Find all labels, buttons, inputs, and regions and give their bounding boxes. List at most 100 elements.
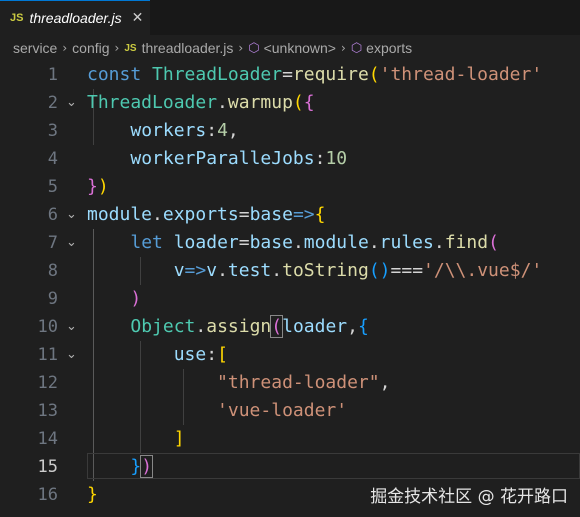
line-number: 16 bbox=[37, 485, 58, 505]
code-line-5[interactable]: 5 }) bbox=[0, 173, 580, 201]
code-token: ) bbox=[97, 176, 109, 197]
code-token: ( bbox=[292, 92, 304, 113]
code-token: => bbox=[184, 260, 207, 281]
code-token: loader bbox=[282, 316, 348, 337]
js-file-icon: JS bbox=[124, 42, 137, 54]
code-token: ) bbox=[140, 455, 154, 478]
code-line-9[interactable]: 9 ) bbox=[0, 285, 580, 313]
code-token: require bbox=[292, 64, 369, 85]
code-token: { bbox=[314, 204, 326, 225]
code-line-1[interactable]: 1 const ThreadLoader=require('thread-loa… bbox=[0, 61, 580, 89]
chevron-right-icon: › bbox=[238, 41, 244, 55]
code-line-14[interactable]: 14 ] bbox=[0, 425, 580, 453]
code-token: = bbox=[282, 64, 293, 85]
code-token: } bbox=[130, 456, 142, 477]
current-line-highlight bbox=[87, 453, 580, 479]
code-token: let bbox=[130, 232, 163, 253]
code-token: ) bbox=[130, 288, 142, 309]
code-line-15[interactable]: 15 }) bbox=[0, 453, 580, 481]
chevron-down-icon[interactable]: ⌄ bbox=[66, 201, 77, 229]
code-token: , bbox=[347, 316, 358, 337]
code-line-6[interactable]: 6 ⌄ module.exports=base=>{ bbox=[0, 201, 580, 229]
line-number: 6 bbox=[47, 205, 58, 225]
breadcrumb-file[interactable]: threadloader.js bbox=[142, 40, 234, 56]
code-line-3[interactable]: 3 workers:4, bbox=[0, 117, 580, 145]
code-token: } bbox=[87, 176, 98, 197]
code-token: toString bbox=[282, 260, 369, 281]
chevron-right-icon: › bbox=[341, 41, 346, 55]
code-line-8[interactable]: 8 v=>v.test.toString()==='/\\.vue$/' bbox=[0, 257, 580, 285]
code-token: . bbox=[195, 316, 207, 337]
code-token: '/\\.vue$/' bbox=[423, 260, 543, 281]
code-token: rules bbox=[379, 232, 434, 253]
cube-icon: ⬡ bbox=[248, 40, 260, 56]
code-token: => bbox=[292, 204, 315, 225]
code-token: 4 bbox=[217, 120, 228, 141]
code-token: warmup bbox=[227, 92, 293, 113]
code-token: module bbox=[87, 204, 153, 225]
code-token: . bbox=[217, 92, 228, 113]
code-token: test bbox=[227, 260, 272, 281]
code-token: const bbox=[87, 64, 142, 85]
code-line-4[interactable]: 4 workerParalleJobs:10 bbox=[0, 145, 580, 173]
code-token: ) bbox=[379, 260, 391, 281]
code-token: base bbox=[249, 232, 293, 253]
code-token: 'thread-loader' bbox=[379, 64, 543, 85]
code-token: . bbox=[152, 204, 163, 225]
code-token: ( bbox=[368, 260, 380, 281]
js-file-icon: JS bbox=[10, 12, 24, 24]
code-token: Object bbox=[130, 316, 196, 337]
line-number: 2 bbox=[47, 93, 58, 113]
chevron-down-icon[interactable]: ⌄ bbox=[66, 313, 77, 341]
code-token: use bbox=[173, 344, 207, 365]
code-token: v bbox=[173, 260, 185, 281]
chevron-down-icon[interactable]: ⌄ bbox=[66, 89, 77, 117]
code-token: : bbox=[314, 148, 326, 169]
code-token: ThreadLoader bbox=[87, 92, 218, 113]
code-line-7[interactable]: 7 ⌄ let loader=base.module.rules.find( bbox=[0, 229, 580, 257]
code-token: . bbox=[433, 232, 445, 253]
code-token: module bbox=[303, 232, 369, 253]
line-number: 11 bbox=[37, 345, 58, 365]
breadcrumb-unknown[interactable]: <unknown> bbox=[264, 40, 336, 56]
code-token: ] bbox=[173, 428, 185, 449]
code-token: . bbox=[271, 260, 283, 281]
code-token: workers bbox=[130, 120, 207, 141]
breadcrumb: service › config › JS threadloader.js › … bbox=[0, 35, 580, 61]
code-token: === bbox=[390, 260, 424, 281]
code-token: } bbox=[87, 484, 98, 505]
close-icon[interactable]: ✕ bbox=[132, 10, 144, 26]
chevron-right-icon: › bbox=[62, 41, 68, 55]
code-line-13[interactable]: 13 'vue-loader' bbox=[0, 397, 580, 425]
code-token: base bbox=[249, 204, 293, 225]
chevron-down-icon[interactable]: ⌄ bbox=[66, 229, 77, 257]
code-token: loader bbox=[173, 232, 239, 253]
watermark: 掘金技术社区 @ 花开路口 bbox=[370, 487, 568, 507]
code-editor[interactable]: 1 const ThreadLoader=require('thread-loa… bbox=[0, 61, 580, 517]
breadcrumb-service[interactable]: service bbox=[13, 40, 57, 56]
code-token: "thread-loader" bbox=[217, 372, 380, 393]
code-token: : bbox=[206, 120, 218, 141]
code-line-2[interactable]: 2 ⌄ ThreadLoader.warmup({ bbox=[0, 89, 580, 117]
breadcrumb-config[interactable]: config bbox=[72, 40, 109, 56]
code-token: . bbox=[368, 232, 380, 253]
line-number: 1 bbox=[47, 65, 58, 85]
code-token: { bbox=[357, 316, 369, 337]
breadcrumb-exports[interactable]: exports bbox=[366, 40, 412, 56]
chevron-down-icon[interactable]: ⌄ bbox=[66, 341, 77, 369]
code-token: = bbox=[238, 204, 250, 225]
code-line-10[interactable]: 10 ⌄ Object.assign(loader,{ bbox=[0, 313, 580, 341]
chevron-right-icon: › bbox=[114, 41, 120, 55]
code-token: exports bbox=[162, 204, 239, 225]
line-number: 14 bbox=[37, 429, 58, 449]
code-token: . bbox=[217, 260, 228, 281]
code-token: = bbox=[238, 232, 250, 253]
code-line-12[interactable]: 12 "thread-loader", bbox=[0, 369, 580, 397]
code-token: find bbox=[444, 232, 489, 253]
line-number: 7 bbox=[47, 233, 58, 253]
tab-threadloader[interactable]: JS threadloader.js ✕ bbox=[0, 0, 150, 35]
code-token: , bbox=[379, 372, 391, 393]
code-token: workerParalleJobs bbox=[130, 148, 315, 169]
code-line-11[interactable]: 11 ⌄ use:[ bbox=[0, 341, 580, 369]
